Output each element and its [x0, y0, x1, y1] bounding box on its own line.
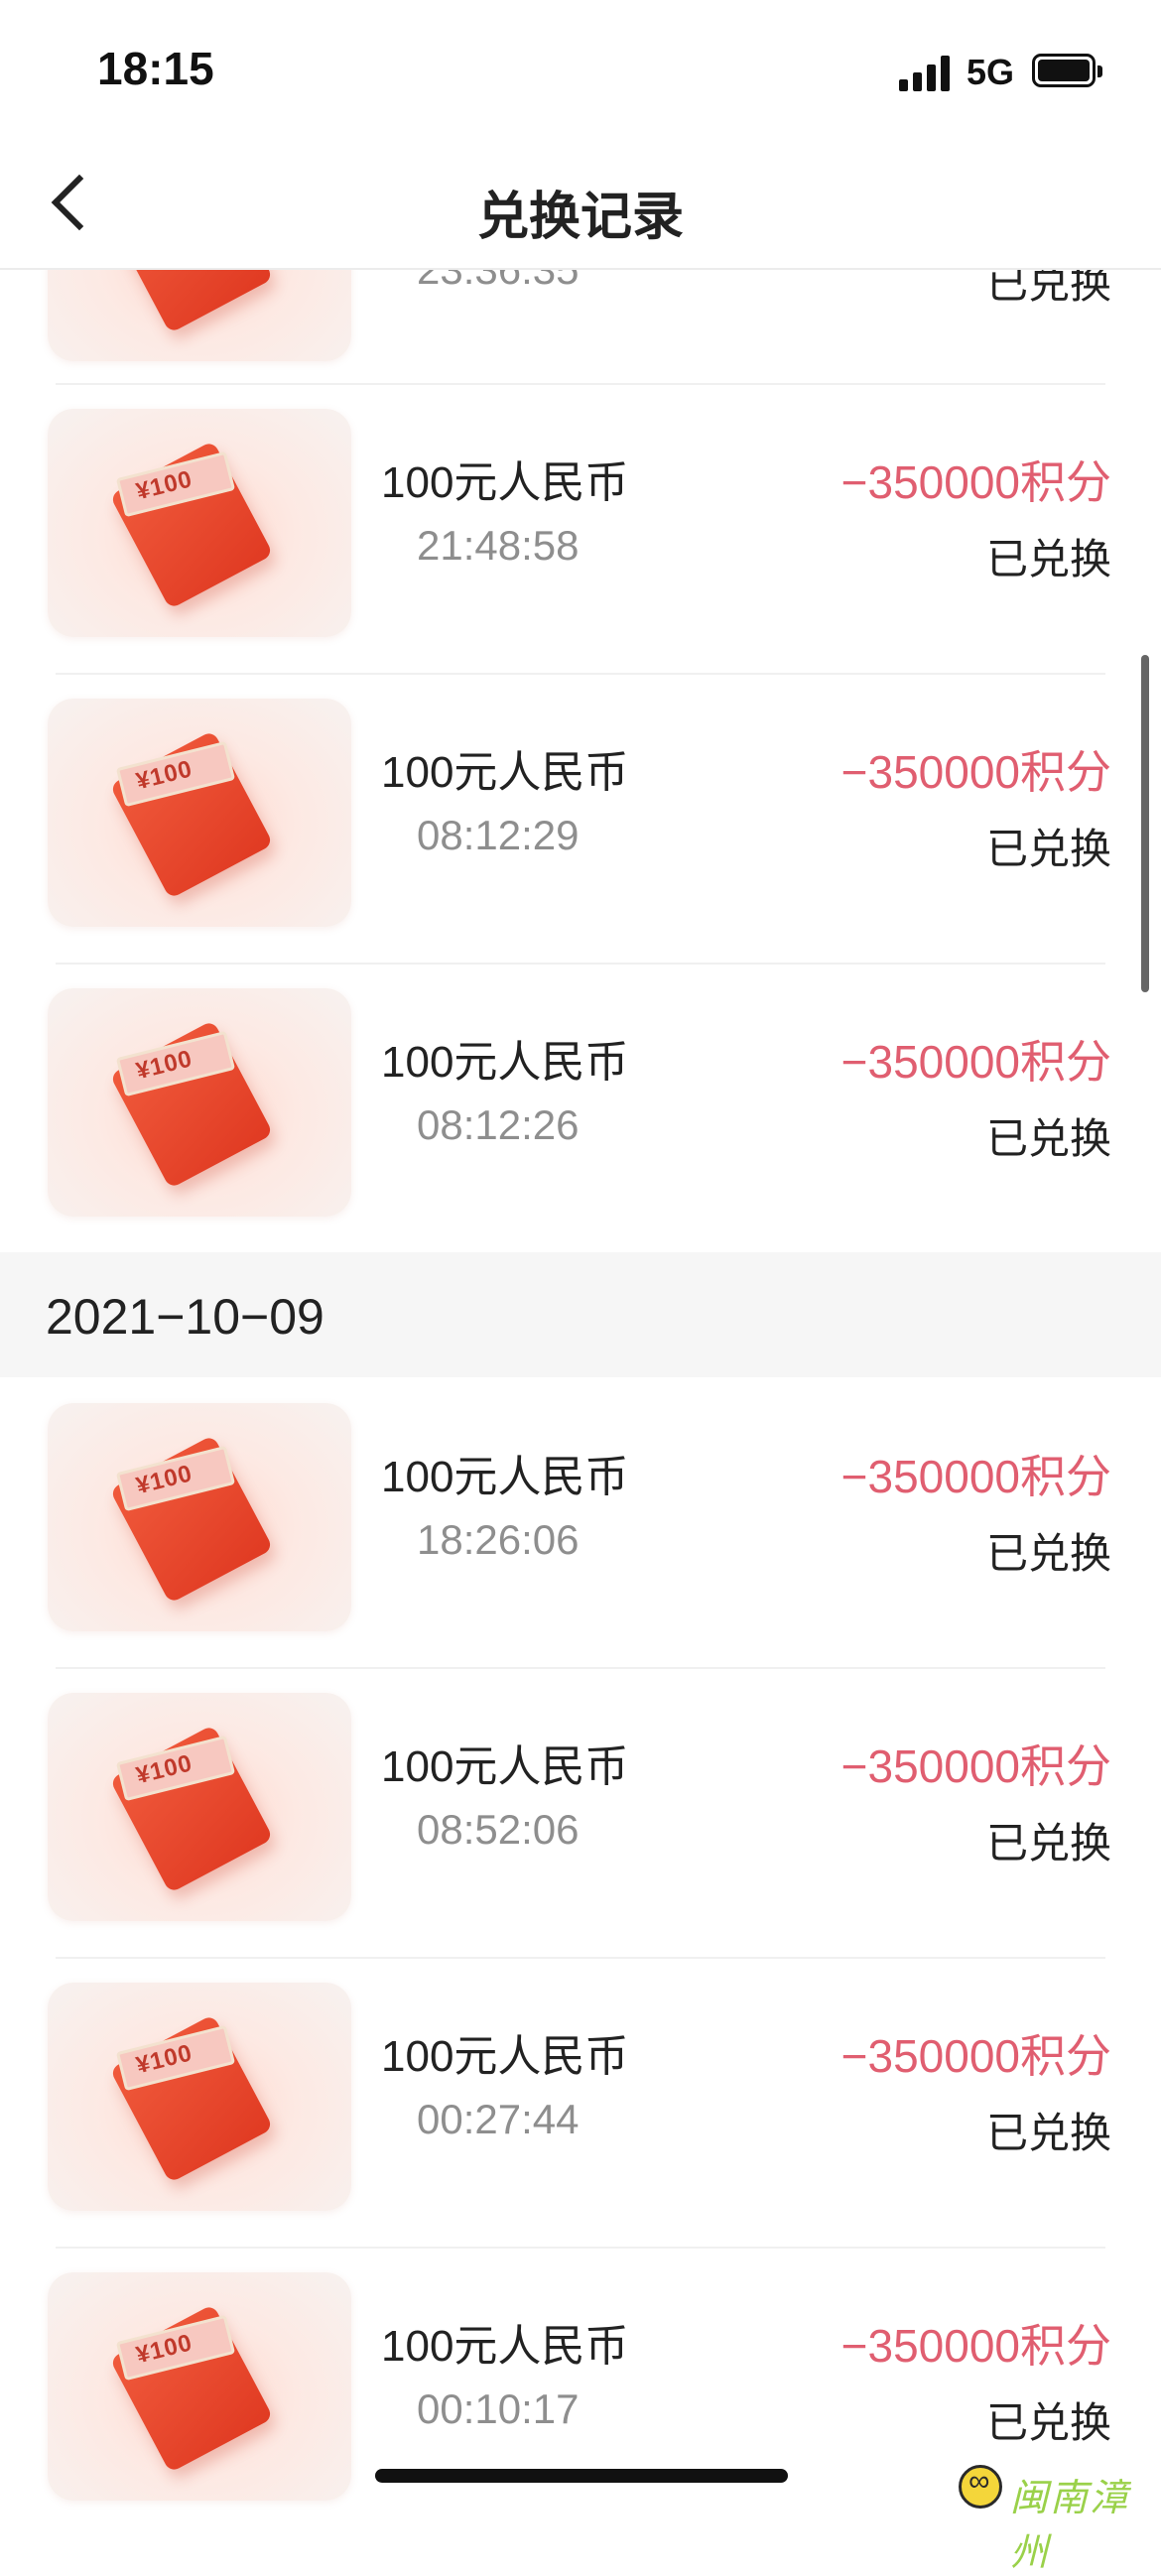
item-points: −350000积分	[840, 2320, 1111, 2372]
red-envelope-thumbnail	[48, 268, 351, 361]
date-label: 2021−10−09	[46, 1289, 324, 1345]
red-envelope-thumbnail: ¥100	[48, 1403, 351, 1631]
item-time: 21:48:58	[417, 522, 580, 569]
item-time: 18:26:06	[417, 1516, 580, 1563]
red-envelope-thumbnail: ¥100	[48, 1693, 351, 1921]
item-status: 已兑换	[985, 1115, 1111, 1162]
exchange-record-list[interactable]: 23:36:35 已兑换 ¥100 100元人民币 21:48:58 −3500…	[0, 268, 1161, 2512]
watermark: 闽南漳州	[959, 2459, 1157, 2574]
item-points: −350000积分	[840, 2030, 1111, 2082]
network-label: 5G	[967, 52, 1015, 92]
page-title: 兑换记录	[476, 189, 684, 246]
watermark-text: 闽南漳州	[1010, 2476, 1130, 2574]
banknote-label: ¥100	[133, 755, 195, 796]
red-envelope-icon	[109, 268, 274, 334]
red-envelope-thumbnail: ¥100	[48, 1983, 351, 2211]
battery-icon	[1032, 54, 1102, 87]
banknote-label: ¥100	[133, 465, 195, 506]
item-name: 100元人民币	[381, 2032, 629, 2081]
item-name: 100元人民币	[381, 458, 629, 507]
nav-bar: 兑换记录	[0, 139, 1161, 270]
item-status: 已兑换	[985, 1820, 1111, 1867]
banknote-label: ¥100	[133, 2039, 195, 2080]
red-envelope-thumbnail: ¥100	[48, 409, 351, 637]
item-name: 100元人民币	[381, 1038, 629, 1087]
item-name: 100元人民币	[381, 2322, 629, 2371]
list-item[interactable]: ¥100 100元人民币 00:27:44 −350000积分 已兑换	[0, 1959, 1161, 2247]
status-time: 18:15	[97, 43, 214, 94]
list-item[interactable]: ¥100 100元人民币 21:48:58 −350000积分 已兑换	[0, 385, 1161, 673]
item-status: 已兑换	[985, 2399, 1111, 2446]
item-time: 00:10:17	[417, 2385, 580, 2432]
item-time: 08:52:06	[417, 1806, 580, 1853]
list-item[interactable]: ¥100 100元人民币 08:12:29 −350000积分 已兑换	[0, 675, 1161, 963]
banknote-label: ¥100	[133, 1749, 195, 1790]
list-item[interactable]: 23:36:35 已兑换	[0, 268, 1161, 397]
item-status: 已兑换	[985, 2110, 1111, 2156]
item-status: 已兑换	[985, 1530, 1111, 1577]
list-item[interactable]: ¥100 100元人民币 18:26:06 −350000积分 已兑换	[0, 1379, 1161, 1667]
banknote-label: ¥100	[133, 1045, 195, 1086]
item-status: 已兑换	[985, 536, 1111, 582]
signal-icon	[899, 56, 955, 91]
item-name: 100元人民币	[381, 1453, 629, 1501]
banknote-label: ¥100	[133, 1460, 195, 1500]
date-section-header: 2021−10−09	[0, 1252, 1161, 1377]
item-status: 已兑换	[985, 826, 1111, 872]
item-points: −350000积分	[840, 456, 1111, 508]
list-item[interactable]: ¥100 100元人民币 08:12:26 −350000积分 已兑换	[0, 965, 1161, 1252]
list-item[interactable]: ¥100 100元人民币 08:52:06 −350000积分 已兑换	[0, 1669, 1161, 1957]
banknote-label: ¥100	[133, 2329, 195, 2370]
item-time: 08:12:29	[417, 812, 580, 858]
item-time: 23:36:35	[417, 268, 580, 293]
item-time: 08:12:26	[417, 1101, 580, 1148]
watermark-logo-icon	[959, 2465, 1002, 2509]
item-status: 已兑换	[985, 268, 1111, 307]
item-name: 100元人民币	[381, 1742, 629, 1791]
item-points: −350000积分	[840, 1451, 1111, 1502]
red-envelope-thumbnail: ¥100	[48, 2272, 351, 2501]
item-points: −350000积分	[840, 746, 1111, 798]
red-envelope-thumbnail: ¥100	[48, 988, 351, 1217]
item-points: −350000积分	[840, 1740, 1111, 1792]
item-name: 100元人民币	[381, 748, 629, 797]
item-time: 00:27:44	[417, 2096, 580, 2142]
home-indicator[interactable]	[375, 2469, 788, 2483]
scrollbar[interactable]	[1141, 655, 1149, 992]
item-points: −350000积分	[840, 1036, 1111, 1088]
red-envelope-thumbnail: ¥100	[48, 699, 351, 927]
status-bar: 18:15 5G	[0, 0, 1161, 139]
